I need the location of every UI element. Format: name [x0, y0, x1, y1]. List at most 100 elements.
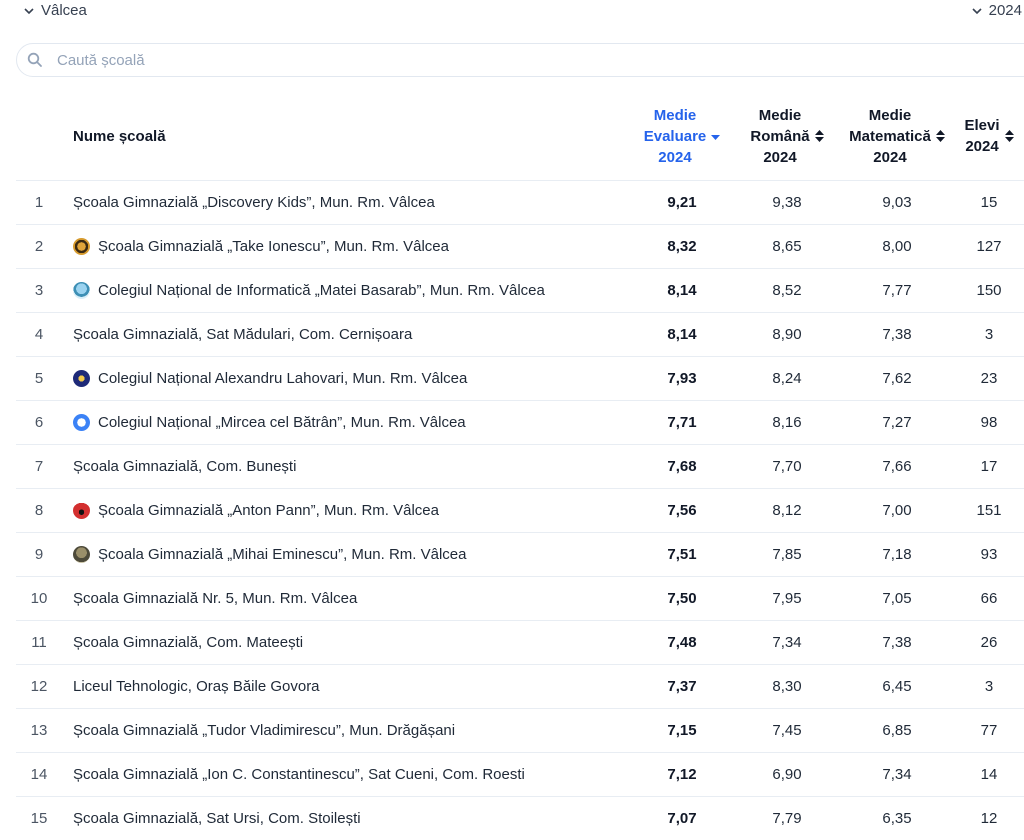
school-cell[interactable]: Școala Gimnazială „Ion C. Constantinescu… [62, 753, 630, 797]
medie-evaluare-cell: 7,68 [630, 445, 734, 489]
school-name[interactable]: Colegiul Național de Informatică „Matei … [98, 282, 545, 299]
school-cell[interactable]: Colegiul Național „Mircea cel Bătrân”, M… [62, 401, 630, 445]
rank-cell: 14 [16, 753, 62, 797]
school-name[interactable]: Școala Gimnazială „Take Ionescu”, Mun. R… [98, 238, 449, 255]
table-row[interactable]: 3Colegiul Național de Informatică „Matei… [16, 269, 1024, 313]
table-row[interactable]: 1 Școala Gimnazială „Discovery Kids”, Mun… [16, 181, 1024, 225]
school-cell[interactable]: Liceul Tehnologic, Oraș Băile Govora [62, 665, 630, 709]
school-cell[interactable]: Școala Gimnazială „Tudor Vladimirescu”, … [62, 709, 630, 753]
sort-desc-icon [711, 135, 720, 141]
medie-romana-cell: 8,90 [734, 313, 840, 357]
school-crest-icon-gold [73, 238, 90, 255]
table-row[interactable]: 10Școala Gimnazială Nr. 5, Mun. Rm. Vâlc… [16, 577, 1024, 621]
school-name[interactable]: Școala Gimnazială Nr. 5, Mun. Rm. Vâlcea [73, 590, 357, 607]
table-row[interactable]: 6 Colegiul Național „Mircea cel Bătrân”, … [16, 401, 1024, 445]
school-name[interactable]: Școala Gimnazială „Anton Pann”, Mun. Rm.… [98, 502, 439, 519]
medie-evaluare-cell: 7,15 [630, 709, 734, 753]
medie-romana-cell: 7,95 [734, 577, 840, 621]
rank-cell: 6 [16, 401, 62, 445]
header-line: Elevi [964, 117, 999, 134]
table-row[interactable]: 5Colegiul Național Alexandru Lahovari, M… [16, 357, 1024, 401]
county-dropdown[interactable]: Vâlcea [23, 2, 87, 19]
elevi-cell: 26 [954, 621, 1024, 665]
school-cell[interactable]: Școala Gimnazială, Com. Mateești [62, 621, 630, 665]
column-header-matematica[interactable]: Medie Matematică 2024 [840, 92, 954, 181]
medie-matematica-cell: 7,38 [840, 313, 954, 357]
header-line: 2024 [873, 149, 906, 166]
table-row[interactable]: 9Școala Gimnazială „Mihai Eminescu”, Mun… [16, 533, 1024, 577]
elevi-cell: 151 [954, 489, 1024, 533]
medie-evaluare-cell: 8,14 [630, 269, 734, 313]
table-row[interactable]: 12Liceul Tehnologic, Oraș Băile Govora7,… [16, 665, 1024, 709]
medie-romana-cell: 7,70 [734, 445, 840, 489]
table-row[interactable]: 7Școala Gimnazială, Com. Bunești7,687,70… [16, 445, 1024, 489]
school-crest-icon-red [73, 502, 90, 519]
school-cell[interactable]: Școala Gimnazială Nr. 5, Mun. Rm. Vâlcea [62, 577, 630, 621]
rank-cell: 1 [16, 181, 62, 225]
chevron-down-icon [971, 5, 983, 17]
medie-matematica-cell: 7,27 [840, 401, 954, 445]
school-name[interactable]: Liceul Tehnologic, Oraș Băile Govora [73, 678, 320, 695]
search-bar [16, 43, 1024, 77]
medie-romana-cell: 7,45 [734, 709, 840, 753]
medie-evaluare-cell: 8,14 [630, 313, 734, 357]
school-name[interactable]: Școala Gimnazială, Sat Ursi, Com. Stoile… [73, 810, 361, 827]
table-row[interactable]: 8 Școala Gimnazială „Anton Pann”, Mun. Rm… [16, 489, 1024, 533]
school-cell[interactable]: Școala Gimnazială „Discovery Kids”, Mun.… [62, 181, 630, 225]
medie-matematica-cell: 7,62 [840, 357, 954, 401]
school-cell[interactable]: Școala Gimnazială „Anton Pann”, Mun. Rm.… [62, 489, 630, 533]
school-cell[interactable]: Școala Gimnazială, Sat Mădulari, Com. Ce… [62, 313, 630, 357]
rank-cell: 8 [16, 489, 62, 533]
column-header-evaluare[interactable]: MedieEvaluare2024 [630, 92, 734, 181]
school-cell[interactable]: Școala Gimnazială „Take Ionescu”, Mun. R… [62, 225, 630, 269]
medie-romana-cell: 7,85 [734, 533, 840, 577]
medie-romana-cell: 8,30 [734, 665, 840, 709]
header-line: Medie [869, 107, 912, 124]
school-cell[interactable]: Colegiul Național Alexandru Lahovari, Mu… [62, 357, 630, 401]
elevi-cell: 3 [954, 665, 1024, 709]
table-row[interactable]: 11Școala Gimnazială, Com. Mateești7,487,… [16, 621, 1024, 665]
school-name[interactable]: Școala Gimnazială, Com. Bunești [73, 458, 296, 475]
search-input[interactable] [57, 52, 657, 69]
medie-matematica-cell: 7,77 [840, 269, 954, 313]
header-line: 2024 [658, 149, 691, 166]
medie-romana-cell: 8,52 [734, 269, 840, 313]
school-name[interactable]: Școala Gimnazială „Ion C. Constantinescu… [73, 766, 525, 783]
table-row[interactable]: 14 Școala Gimnazială „Ion C. Constantines… [16, 753, 1024, 797]
school-cell[interactable]: Școala Gimnazială, Com. Bunești [62, 445, 630, 489]
year-dropdown[interactable]: 2024 [971, 2, 1022, 19]
school-cell[interactable]: Școala Gimnazială, Sat Ursi, Com. Stoile… [62, 797, 630, 840]
elevi-cell: 150 [954, 269, 1024, 313]
school-name[interactable]: Școala Gimnazială „Tudor Vladimirescu”, … [73, 722, 455, 739]
school-name[interactable]: Școala Gimnazială, Sat Mădulari, Com. Ce… [73, 326, 412, 343]
county-dropdown-label: Vâlcea [41, 2, 87, 19]
school-name[interactable]: Colegiul Național „Mircea cel Bătrân”, M… [98, 414, 466, 431]
medie-evaluare-cell: 7,71 [630, 401, 734, 445]
school-name[interactable]: Școala Gimnazială „Discovery Kids”, Mun.… [73, 194, 435, 211]
rank-cell: 12 [16, 665, 62, 709]
medie-evaluare-cell: 7,56 [630, 489, 734, 533]
school-crest-icon-navy [73, 370, 90, 387]
medie-romana-cell: 8,65 [734, 225, 840, 269]
medie-romana-cell: 8,12 [734, 489, 840, 533]
column-header-elevi[interactable]: Elevi2024 [954, 92, 1024, 181]
header-line: Matematică [849, 128, 931, 145]
school-name[interactable]: Școala Gimnazială, Com. Mateești [73, 634, 303, 651]
rank-cell: 13 [16, 709, 62, 753]
school-cell[interactable]: Colegiul Național de Informatică „Matei … [62, 269, 630, 313]
medie-evaluare-cell: 8,32 [630, 225, 734, 269]
medie-matematica-cell: 6,35 [840, 797, 954, 840]
table-row[interactable]: 4Școala Gimnazială, Sat Mădulari, Com. C… [16, 313, 1024, 357]
column-header-romana[interactable]: MedieRomână2024 [734, 92, 840, 181]
school-name[interactable]: Colegiul Național Alexandru Lahovari, Mu… [98, 370, 467, 387]
medie-evaluare-cell: 9,21 [630, 181, 734, 225]
rank-header [16, 92, 62, 181]
header-line: Evaluare [644, 128, 707, 145]
school-cell[interactable]: Școala Gimnazială „Mihai Eminescu”, Mun.… [62, 533, 630, 577]
school-name[interactable]: Școala Gimnazială „Mihai Eminescu”, Mun.… [98, 546, 466, 563]
elevi-cell: 14 [954, 753, 1024, 797]
medie-evaluare-cell: 7,50 [630, 577, 734, 621]
table-row[interactable]: 13 Școala Gimnazială „Tudor Vladimirescu”… [16, 709, 1024, 753]
table-row[interactable]: 2Școala Gimnazială „Take Ionescu”, Mun. … [16, 225, 1024, 269]
table-row[interactable]: 15Școala Gimnazială, Sat Ursi, Com. Stoi… [16, 797, 1024, 840]
